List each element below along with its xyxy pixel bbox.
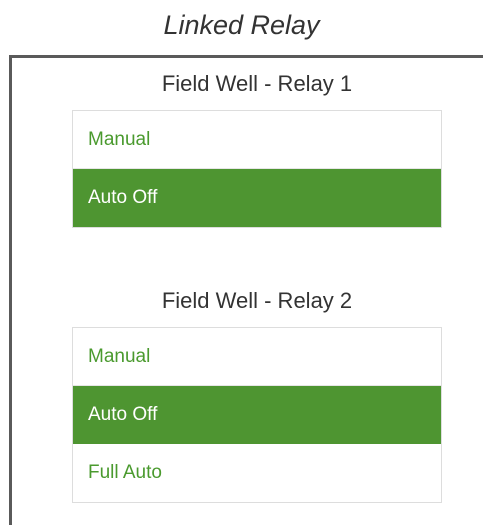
relay-1-option-auto-off[interactable]: Auto Off: [73, 169, 441, 227]
relay-2-option-manual[interactable]: Manual: [73, 328, 441, 386]
relay-2-option-auto-off[interactable]: Auto Off: [73, 386, 441, 444]
relay-panel: Field Well - Relay 1 Manual Auto Off Fie…: [9, 55, 483, 525]
relay-1-option-manual[interactable]: Manual: [73, 111, 441, 169]
relay-2-option-full-auto[interactable]: Full Auto: [73, 444, 441, 502]
relay-2-title: Field Well - Relay 2: [161, 288, 353, 313]
relay-1-options: Manual Auto Off: [72, 110, 442, 228]
relay-2-options: Manual Auto Off Full Auto: [72, 327, 442, 503]
relay-1-title: Field Well - Relay 1: [161, 71, 353, 96]
caption-title: Linked Relay: [163, 10, 320, 40]
